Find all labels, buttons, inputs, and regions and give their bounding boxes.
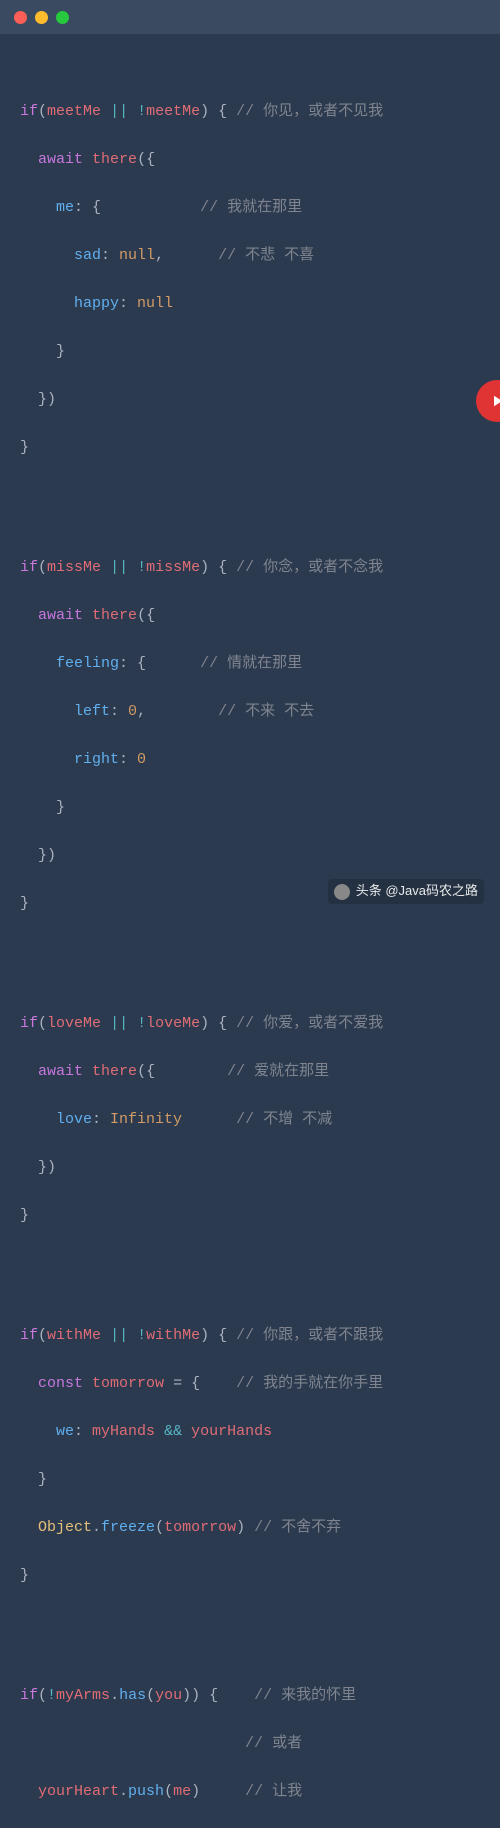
- window-titlebar: [0, 0, 500, 34]
- code-line: love: Infinity // 不增 不减: [20, 1108, 492, 1132]
- minimize-icon[interactable]: [35, 11, 48, 24]
- code-line: if(meetMe || !meetMe) { // 你见，或者不见我: [20, 100, 492, 124]
- avatar-icon: [334, 884, 350, 900]
- code-line: }: [20, 340, 492, 364]
- code-line: happy: null: [20, 292, 492, 316]
- blank-line: [20, 1612, 492, 1636]
- code-line: right: 0: [20, 748, 492, 772]
- code-line: if(loveMe || !loveMe) { // 你爱，或者不爱我: [20, 1012, 492, 1036]
- code-line: me: { // 我就在那里: [20, 196, 492, 220]
- play-icon: [488, 392, 500, 410]
- code-line: if(withMe || !withMe) { // 你跟，或者不跟我: [20, 1324, 492, 1348]
- code-editor: if(meetMe || !meetMe) { // 你见，或者不见我 awai…: [0, 34, 500, 1828]
- code-line: }: [20, 1468, 492, 1492]
- code-line: we: myHands && yourHands: [20, 1420, 492, 1444]
- code-line: const tomorrow = { // 我的手就在你手里: [20, 1372, 492, 1396]
- zoom-icon[interactable]: [56, 11, 69, 24]
- attribution-label: 头条 @Java码农之路: [356, 881, 478, 902]
- code-line: }: [20, 1564, 492, 1588]
- code-line: yourHeart.push(me) // 让我: [20, 1780, 492, 1804]
- code-line: }): [20, 388, 492, 412]
- attribution-footer: 头条 @Java码农之路: [328, 879, 484, 904]
- code-line: await there({ // 爱就在那里: [20, 1060, 492, 1084]
- close-icon[interactable]: [14, 11, 27, 24]
- code-line: }): [20, 844, 492, 868]
- code-line: // 或者: [20, 1732, 492, 1756]
- code-line: feeling: { // 情就在那里: [20, 652, 492, 676]
- code-line: Object.freeze(tomorrow) // 不舍不弃: [20, 1516, 492, 1540]
- code-line: }): [20, 1156, 492, 1180]
- blank-line: [20, 484, 492, 508]
- code-line: await there({: [20, 148, 492, 172]
- code-line: }: [20, 1204, 492, 1228]
- blank-line: [20, 1252, 492, 1276]
- code-line: await there({: [20, 604, 492, 628]
- code-line: left: 0, // 不来 不去: [20, 700, 492, 724]
- code-line: }: [20, 436, 492, 460]
- code-line: if(!myArms.has(you)) { // 来我的怀里: [20, 1684, 492, 1708]
- blank-line: [20, 940, 492, 964]
- code-line: }: [20, 796, 492, 820]
- code-line: sad: null, // 不悲 不喜: [20, 244, 492, 268]
- code-line: if(missMe || !missMe) { // 你念，或者不念我: [20, 556, 492, 580]
